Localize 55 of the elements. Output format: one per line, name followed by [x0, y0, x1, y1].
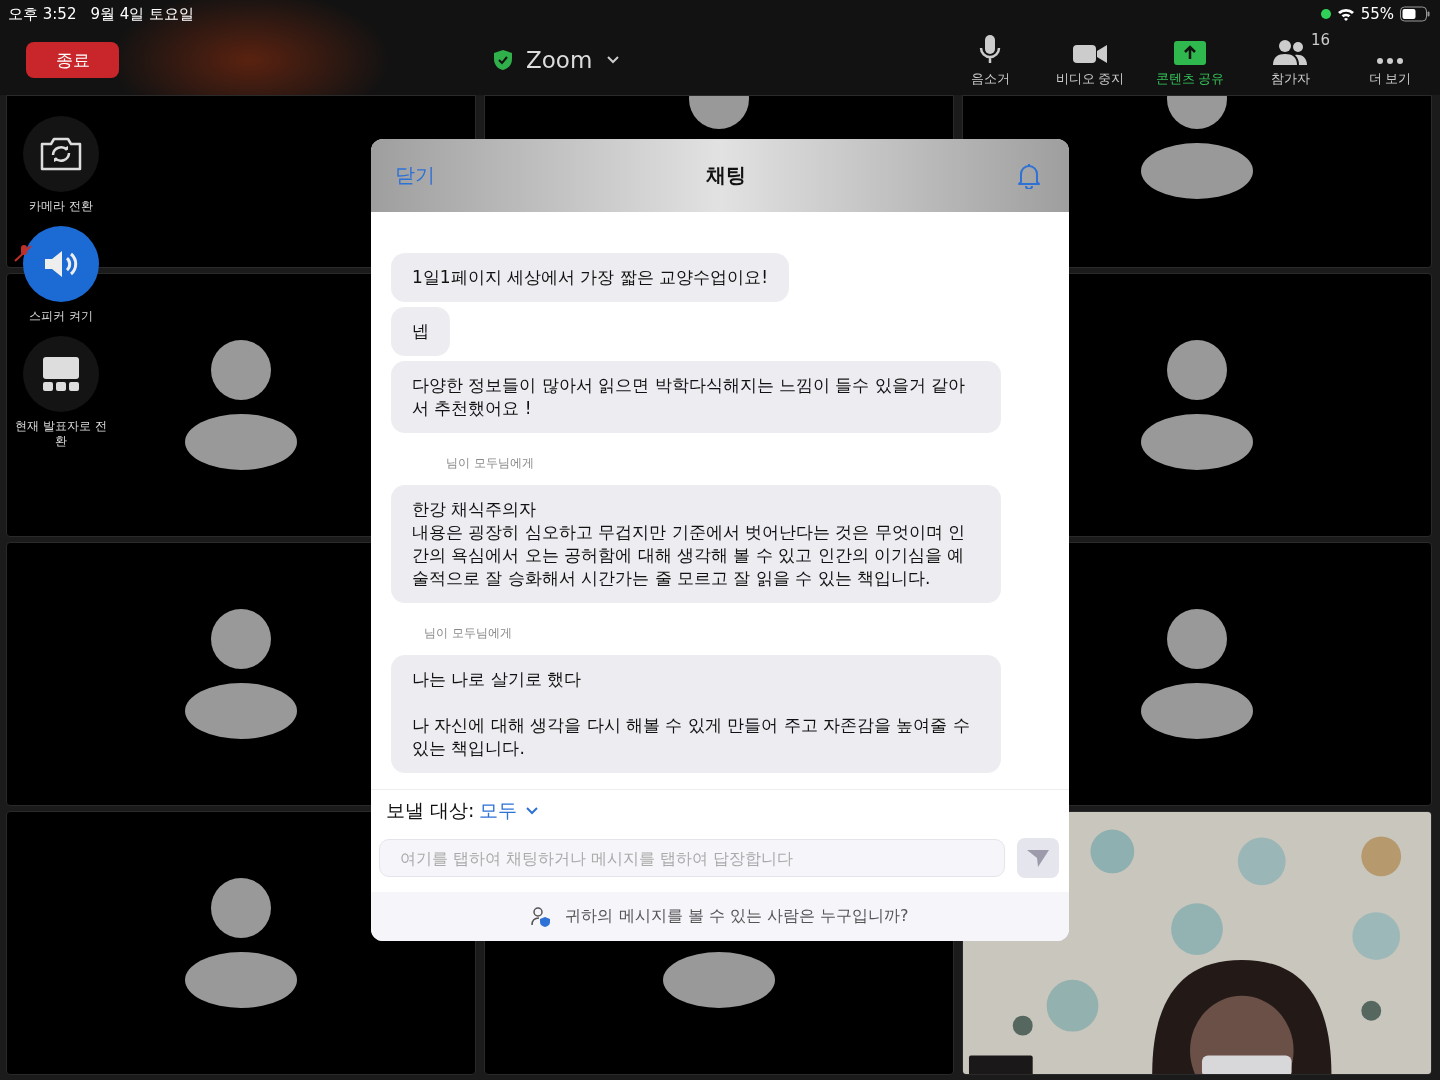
muted-microphone-icon	[14, 244, 32, 262]
people-icon	[1273, 39, 1307, 65]
avatar-head-icon	[1167, 96, 1227, 129]
more-toolbar-button[interactable]: 더 보기	[1340, 32, 1440, 88]
send-arrow-icon	[1027, 848, 1049, 868]
avatar-body-icon	[185, 952, 297, 1008]
wifi-icon	[1336, 7, 1355, 21]
avatar-body-icon	[185, 414, 297, 470]
chat-message[interactable]: 나는 나로 살기로 했다 나 자신에 대해 생각을 다시 해볼 수 있게 만들어 주고 자존감을 높여줄 수 있는 책입니다.	[391, 655, 1001, 773]
chat-message[interactable]: 다양한 정보들이 많아서 읽으면 박학다식해지는 느낌이 들수 있을거 같아서 추천했어요 !	[391, 361, 1001, 433]
chevron-down-icon	[525, 806, 540, 816]
recipient-dropdown[interactable]: 모두	[479, 798, 540, 824]
avatar-body-icon	[663, 952, 775, 1008]
chat-title: 채팅	[706, 162, 746, 189]
avatar-body-icon	[1141, 143, 1253, 199]
battery-icon	[1400, 6, 1430, 22]
chat-message[interactable]: 넵	[391, 307, 450, 356]
microphone-icon	[979, 35, 1001, 65]
bell-icon[interactable]	[1017, 162, 1041, 189]
avatar-head-icon	[211, 609, 271, 669]
participants-toolbar-button[interactable]: 16 참가자	[1240, 32, 1340, 88]
status-date: 9월 4일 토요일	[90, 4, 195, 24]
person-shield-icon	[531, 906, 552, 927]
message-sender-line: 님이 모두님에게	[446, 455, 534, 472]
video-toolbar-button[interactable]: 비디오 중지	[1040, 32, 1140, 88]
end-meeting-button[interactable]: 종료	[26, 42, 119, 78]
meeting-title[interactable]: Zoom	[526, 47, 593, 73]
chat-input-field[interactable]: 여기를 탭하여 채팅하거나 메시지를 탭하여 답장합니다	[379, 839, 1005, 877]
avatar-body-icon	[1141, 683, 1253, 739]
share-upload-icon	[1174, 41, 1206, 65]
avatar-head-icon	[211, 340, 271, 400]
camera-switch-icon	[39, 137, 83, 171]
speaker-layout-icon	[43, 357, 79, 391]
share-toolbar-button[interactable]: 콘텐츠 공유	[1140, 32, 1240, 88]
battery-percent: 55%	[1360, 5, 1394, 23]
mic-toolbar-button[interactable]: 음소거	[940, 32, 1040, 88]
more-dots-icon	[1376, 57, 1404, 65]
video-camera-icon	[1073, 43, 1107, 65]
recording-dot-icon	[1320, 9, 1331, 19]
speaker-icon	[43, 249, 79, 279]
avatar-head-icon	[1167, 609, 1227, 669]
chevron-down-icon[interactable]	[606, 55, 621, 65]
status-time: 오후 3:52	[8, 4, 77, 24]
avatar-body-icon	[1141, 414, 1253, 470]
send-button[interactable]	[1017, 838, 1059, 878]
message-sender-line: 님이 모두님에게	[424, 625, 512, 642]
chat-message[interactable]: 1일1페이지 세상에서 가장 짧은 교양수업이요!	[391, 253, 790, 302]
participant-count: 16	[1311, 31, 1331, 49]
avatar-body-icon	[185, 683, 297, 739]
avatar-head-icon	[689, 96, 749, 129]
shield-check-icon	[494, 50, 512, 70]
avatar-head-icon	[211, 878, 271, 938]
chat-message[interactable]: 한강 채식주의자 내용은 굉장히 심오하고 무겁지만 기준에서 벗어난다는 것은 무엇이며 인간의 욕심에서 오는 공허함에 대해 생각해 볼 수 있고 인간의 이기심을 예술적으로 잘 승화해서 시간가는 줄 모르고 잘 읽을 수 있는 책입니다.	[391, 485, 1001, 603]
avatar-head-icon	[1167, 340, 1227, 400]
send-to-label: 보낼 대상:	[386, 798, 475, 823]
